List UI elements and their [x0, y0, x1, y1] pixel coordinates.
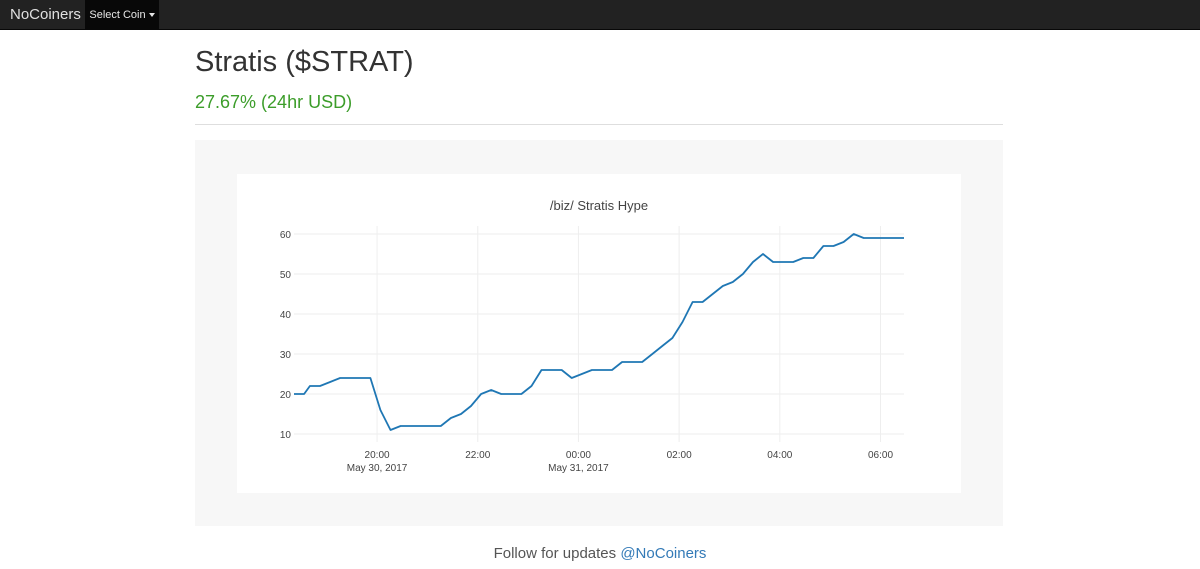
x-tick-date-label: May 30, 2017 — [347, 463, 408, 474]
y-tick-label: 30 — [280, 350, 292, 361]
page-title: Stratis ($STRAT) — [195, 46, 414, 78]
series-line[interactable] — [294, 233, 904, 431]
twitter-link[interactable]: @NoCoiners — [620, 545, 706, 562]
chart-series — [294, 233, 904, 431]
footer: Follow for updates @NoCoiners — [0, 545, 1200, 562]
y-tick-label: 20 — [280, 390, 292, 401]
chart-title: /biz/ Stratis Hype — [550, 198, 648, 213]
footer-text: Follow for updates — [493, 545, 617, 562]
x-tick-label: 06:00 — [868, 450, 893, 461]
y-tick-label: 60 — [280, 230, 292, 241]
caret-down-icon — [148, 13, 155, 17]
divider — [195, 124, 1003, 125]
chart-container: 10 20 30 40 50 60 20:00 May 30, 2017 22:00 00:00… — [237, 174, 961, 493]
x-tick-label: 02:00 — [667, 450, 692, 461]
x-tick-date-label: May 31, 2017 — [548, 463, 609, 474]
y-axis: 10 20 30 40 50 60 — [280, 230, 292, 441]
select-coin-label: Select Coin — [89, 9, 146, 21]
price-change: 27.67% (24hr USD) — [195, 92, 353, 112]
y-tick-label: 40 — [280, 310, 292, 321]
x-axis: 20:00 May 30, 2017 22:00 00:00 May 31, 2017 0… — [347, 450, 894, 474]
x-tick-label: 20:00 — [365, 450, 390, 461]
navbar: NoCoiners Select Coin — [0, 0, 1200, 30]
x-tick-label: 04:00 — [767, 450, 792, 461]
x-tick-label: 22:00 — [465, 450, 490, 461]
x-tick-label: 00:00 — [566, 450, 591, 461]
y-tick-label: 50 — [280, 270, 292, 281]
brand-link[interactable]: NoCoiners — [10, 0, 81, 30]
line-chart[interactable]: 10 20 30 40 50 60 20:00 May 30, 2017 22:00 00:00… — [237, 174, 961, 493]
select-coin-dropdown[interactable]: Select Coin — [85, 0, 159, 30]
y-tick-label: 10 — [280, 430, 292, 441]
